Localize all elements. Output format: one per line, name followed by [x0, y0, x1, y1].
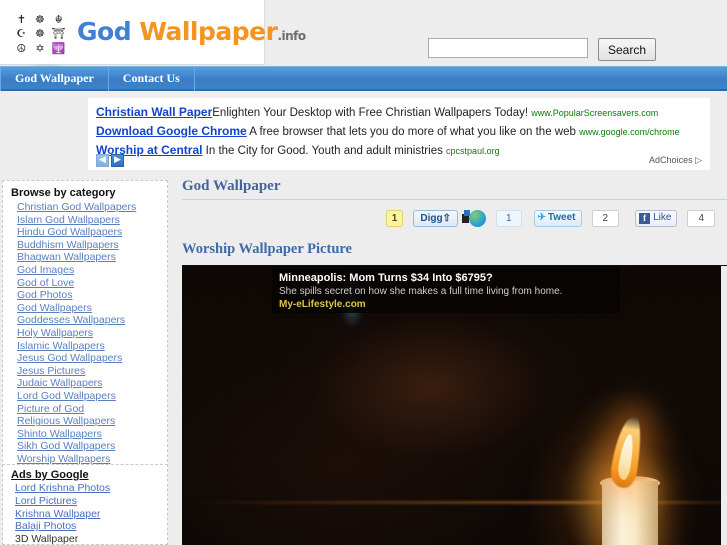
google-ad-link-lord-pictures[interactable]: Lord Pictures	[11, 495, 161, 508]
logo-word-god: God	[77, 17, 132, 46]
sidebar-item-islamic-wallpapers[interactable]: Islamic Wallpapers	[11, 340, 161, 353]
sidebar-item-god-images[interactable]: God Images	[11, 264, 161, 277]
nav-item-contact-us[interactable]: Contact Us	[109, 65, 195, 91]
google-ad-link-3d-wallpaper[interactable]: 3D Wallpaper	[11, 533, 161, 545]
torii-icon: ⛩	[51, 27, 66, 41]
like-label: Like	[653, 212, 672, 223]
sidebar-item-lord-god-wallpapers[interactable]: Lord God Wallpapers	[11, 390, 161, 403]
twitter-bird-icon: ✈	[537, 212, 546, 223]
dharma-wheel-icon: ☸	[35, 12, 45, 26]
sidebar-item-holy-wallpapers[interactable]: Holy Wallpapers	[11, 327, 161, 340]
ism-logo: ISM	[677, 265, 691, 266]
facebook-icon: f	[639, 212, 651, 224]
ad-title-link[interactable]: Download Google Chrome	[96, 124, 247, 138]
sidebar-item-bhagwan-wallpapers[interactable]: Bhagwan Wallpapers	[11, 251, 161, 264]
logo-word-wallpaper: Wallpaper	[139, 17, 278, 46]
nav-item-god-wallpaper[interactable]: God Wallpaper	[0, 65, 109, 91]
wheel-icon: ☸	[35, 27, 45, 41]
sidebar-item-judaic-wallpapers[interactable]: Judaic Wallpapers	[11, 377, 161, 390]
ads-by-ism-badge[interactable]: Ads by ISM ✕	[647, 265, 706, 266]
main-content: God Wallpaper 1 Digg⇧ 1 ✈ Tweet 2 f Like…	[180, 178, 727, 258]
ad-row[interactable]: Download Google Chrome A free browser th…	[96, 122, 704, 141]
main-navigation: God Wallpaper Contact Us	[0, 65, 727, 91]
overlay-ad-subline: She spills secret on how she makes a ful…	[279, 286, 563, 297]
wallpaper-photo[interactable]: Ads by ISM ✕ Minneapolis: Mom Turns $34 …	[182, 265, 727, 545]
sidebar-item-sikh-god-wallpapers[interactable]: Sikh God Wallpapers	[11, 440, 161, 453]
page-root: ✝ ☸ ☬ ☪ ☸ ⛩ ☮ ✡ 🕎 God Wallpaper.info Sea	[0, 0, 727, 545]
sidebar-item-buddhism-wallpapers[interactable]: Buddhism Wallpapers	[11, 239, 161, 252]
stumbleupon-icon[interactable]	[461, 209, 486, 227]
digg-button[interactable]: Digg⇧	[413, 209, 458, 227]
sidebar-item-jesus-god-wallpapers[interactable]: Jesus God Wallpapers	[11, 352, 161, 365]
ad-url: www.google.com/chrome	[579, 127, 680, 137]
google-ad-link-lord-krishna-photos[interactable]: Lord Krishna Photos	[11, 482, 161, 495]
google-ads-heading: Ads by Google	[11, 469, 89, 481]
search-input[interactable]	[428, 38, 588, 58]
digg-arrow-icon: ⇧	[442, 212, 451, 224]
digg-count: 1	[385, 209, 404, 227]
site-logo[interactable]: ✝ ☸ ☬ ☪ ☸ ⛩ ☮ ✡ 🕎 God Wallpaper.info	[12, 12, 306, 70]
star-of-david-icon: ✡	[35, 42, 45, 56]
ad-description: Enlighten Your Desktop with Free Christi…	[212, 107, 529, 119]
sidebar-item-god-wallpapers[interactable]: God Wallpapers	[11, 302, 161, 315]
ads-by-label: Ads by	[650, 265, 674, 266]
search-area: Search	[428, 38, 657, 61]
ad-panel-footer: ◀ ▶ AdChoices ▷	[96, 154, 702, 167]
sidebar-item-christian-god-wallpapers[interactable]: Christian God Wallpapers	[11, 201, 161, 214]
adchoices-link[interactable]: AdChoices ▷	[649, 155, 702, 166]
digg-label: Digg	[420, 212, 443, 224]
sidebar-item-hindu-god-wallpapers[interactable]: Hindu God Wallpapers	[11, 226, 161, 239]
sidebar-item-picture-of-god[interactable]: Picture of God	[11, 403, 161, 416]
top-ad-panel: Christian Wall PaperEnlighten Your Deskt…	[88, 98, 710, 170]
site-header: ✝ ☸ ☬ ☪ ☸ ⛩ ☮ ✡ 🕎 God Wallpaper.info	[0, 0, 306, 70]
search-button[interactable]: Search	[598, 38, 657, 61]
tweet-label: Tweet	[547, 212, 576, 223]
logo-word-info: .info	[277, 29, 306, 43]
stumbleupon-count: 1	[495, 209, 522, 227]
tweet-count: 2	[591, 209, 620, 227]
page-title: God Wallpaper	[182, 178, 727, 200]
peace-icon: ☮	[16, 42, 27, 56]
social-share-bar: 1 Digg⇧ 1 ✈ Tweet 2 f Like 4	[180, 209, 715, 227]
overlay-ad-url[interactable]: My-eLifestyle.com	[279, 298, 613, 312]
ad-url: www.PopularScreensavers.com	[531, 108, 659, 118]
cross-icon: ✝	[16, 12, 26, 26]
sidebar-heading: Browse by category	[11, 187, 116, 199]
sidebar-item-religious-wallpapers[interactable]: Religious Wallpapers	[11, 415, 161, 428]
sidebar-item-god-of-love[interactable]: God of Love	[11, 277, 161, 290]
google-ad-link-balaji-photos[interactable]: Balaji Photos	[11, 520, 161, 533]
sidebar-item-goddesses-wallpapers[interactable]: Goddesses Wallpapers	[11, 314, 161, 327]
ad-description: A free browser that lets you do more of …	[249, 126, 576, 138]
article-title: Worship Wallpaper Picture	[182, 241, 352, 257]
sidebar-item-shinto-wallpapers[interactable]: Shinto Wallpapers	[11, 428, 161, 441]
sidebar-categories: Browse by category Christian God Wallpap…	[2, 180, 168, 473]
google-ad-link-krishna-wallpaper[interactable]: Krishna Wallpaper	[11, 508, 161, 521]
sidebar-google-ads: Ads by Google Lord Krishna Photos Lord P…	[2, 464, 168, 545]
ad-pager: ◀ ▶	[96, 154, 124, 167]
menorah-icon: 🕎	[51, 42, 66, 56]
khanda-icon: ☬	[54, 12, 63, 26]
facebook-like-button[interactable]: f Like	[635, 209, 678, 227]
photo-right-margin	[721, 266, 727, 545]
ad-row[interactable]: Christian Wall PaperEnlighten Your Deskt…	[96, 103, 704, 122]
sidebar-item-jesus-pictures[interactable]: Jesus Pictures	[11, 365, 161, 378]
sidebar-item-islam-god-wallpapers[interactable]: Islam God Wallpapers	[11, 214, 161, 227]
overlay-ad-headline: Minneapolis: Mom Turns $34 Into $6795?	[279, 272, 493, 284]
like-count: 4	[687, 209, 715, 227]
crescent-icon: ☪	[16, 27, 27, 41]
candle-body	[602, 481, 658, 545]
logo-wordmark: God Wallpaper.info	[77, 18, 306, 50]
overlay-advertisement[interactable]: Ads by ISM ✕ Minneapolis: Mom Turns $34 …	[272, 266, 620, 313]
tweet-button[interactable]: ✈ Tweet	[533, 209, 582, 227]
ad-next-arrow-icon[interactable]: ▶	[111, 154, 124, 167]
religious-symbols-icon: ✝ ☸ ☬ ☪ ☸ ⛩ ☮ ✡ 🕎	[12, 12, 68, 56]
sidebar-item-god-photos[interactable]: God Photos	[11, 289, 161, 302]
ad-title-link[interactable]: Christian Wall Paper	[96, 105, 212, 119]
ad-prev-arrow-icon[interactable]: ◀	[96, 154, 109, 167]
